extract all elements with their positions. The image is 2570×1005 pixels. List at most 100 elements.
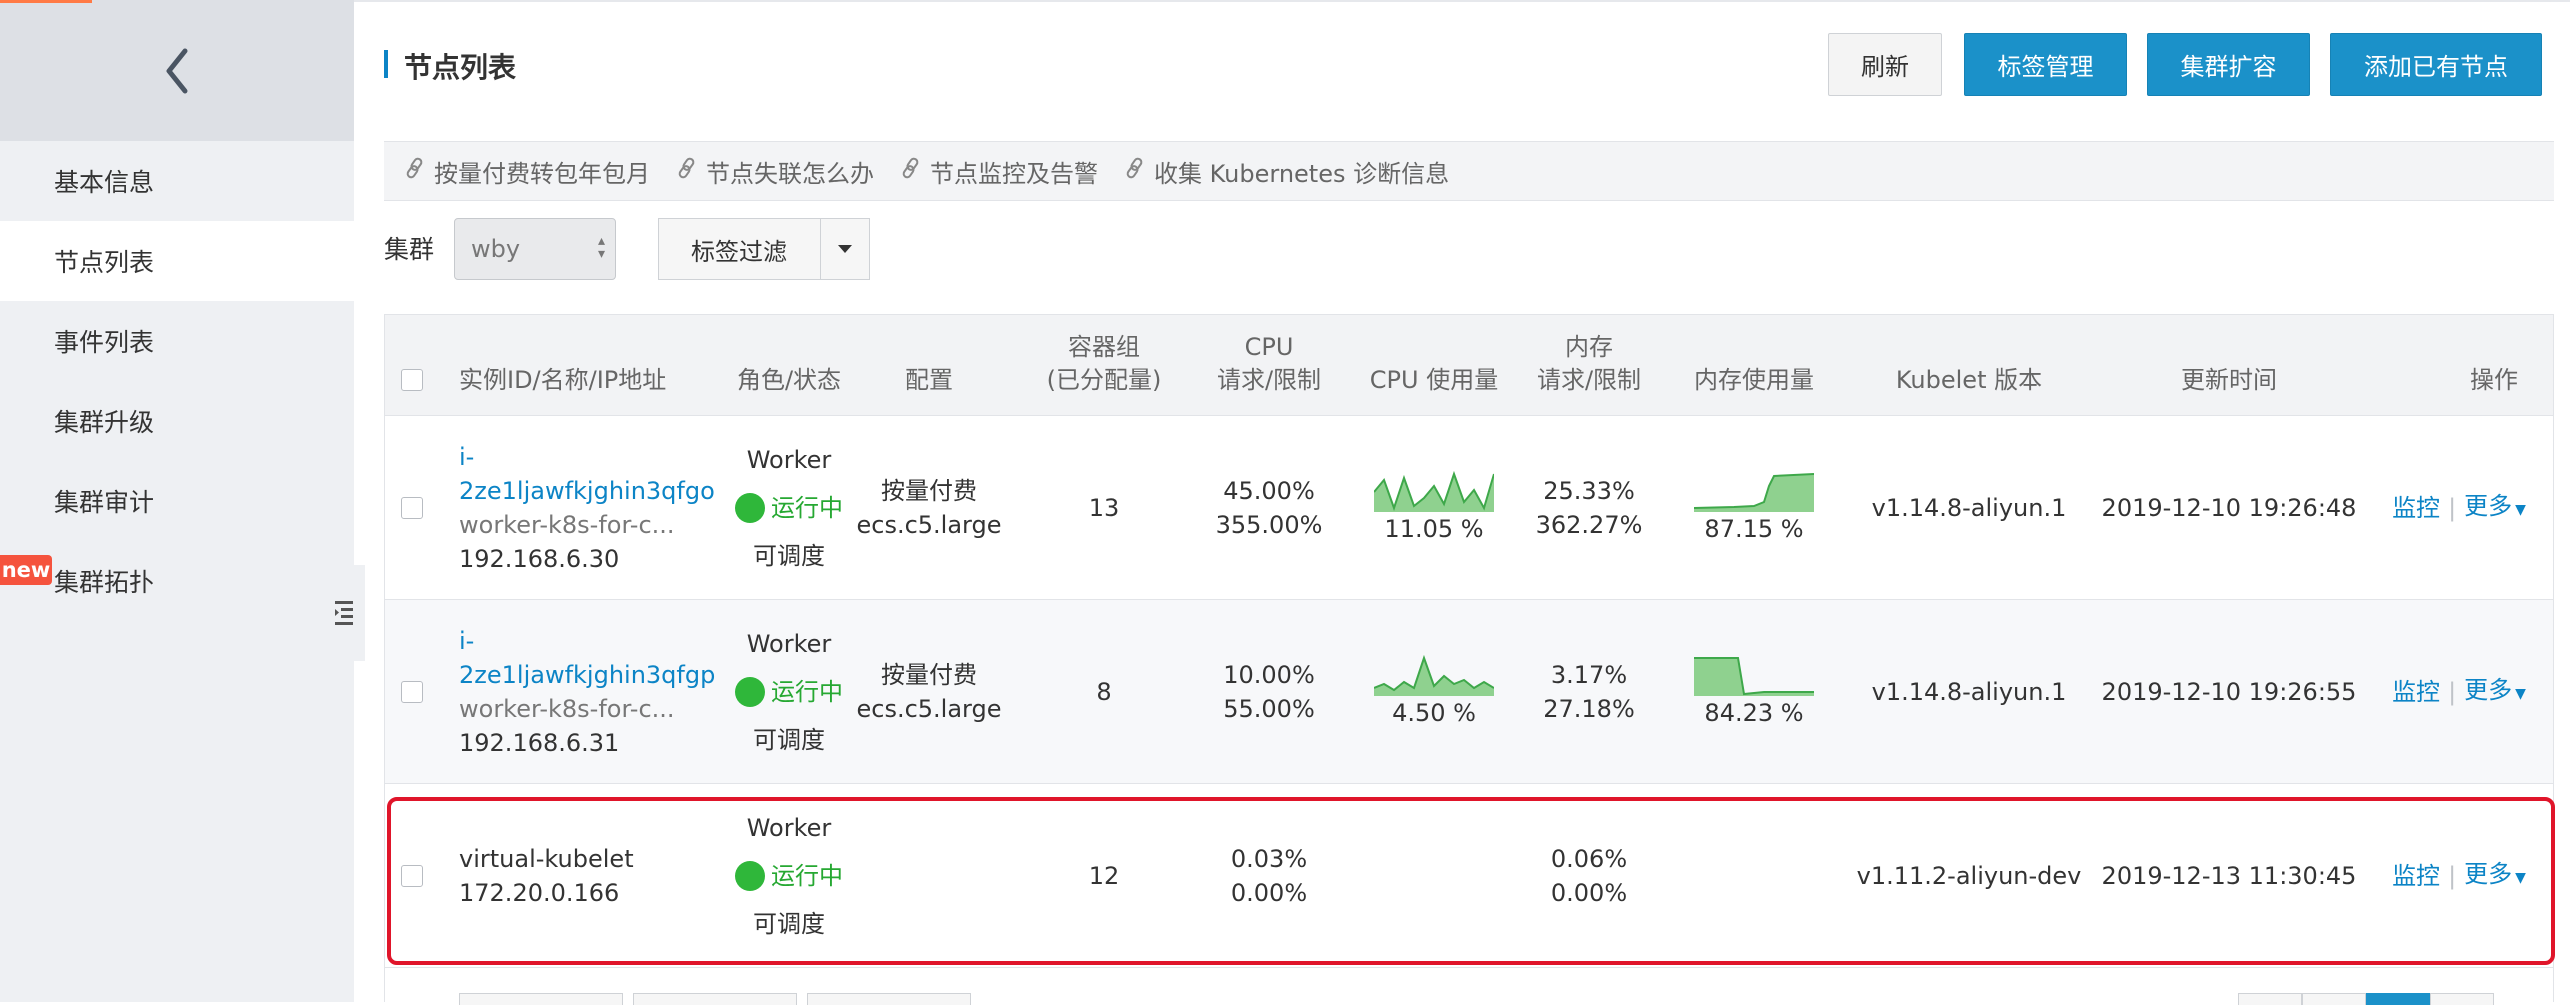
batch-action-button[interactable] — [459, 993, 623, 1005]
refresh-button[interactable]: 刷新 — [1828, 33, 1942, 96]
schedulable-status: 可调度 — [753, 726, 825, 754]
ops-cell: 监控 | 更多 ▼ — [2379, 600, 2539, 784]
instance-cell: i-2ze1ljawfkjghin3qfgo worker-k8s-for-c.… — [459, 416, 729, 600]
cpu-request: 10.00% — [1223, 661, 1315, 689]
monitor-link[interactable]: 监控 — [2392, 675, 2440, 709]
pods-cell: 12 — [1088, 862, 1120, 890]
pagination-next[interactable] — [2430, 993, 2494, 1005]
pagination-page[interactable] — [2302, 993, 2366, 1005]
add-existing-node-button[interactable]: 添加已有节点 — [2330, 33, 2542, 96]
monitor-link[interactable]: 监控 — [2392, 491, 2440, 525]
caret-down-icon[interactable] — [820, 219, 869, 279]
instance-cell: i-2ze1ljawfkjghin3qfgp worker-k8s-for-c.… — [459, 600, 729, 784]
sidebar-item-cluster-upgrade[interactable]: 集群升级 — [0, 381, 354, 461]
sidebar: 基本信息 节点列表 事件列表 集群升级 集群审计 集群拓扑 new — [0, 0, 354, 1002]
monitor-link[interactable]: 监控 — [2392, 859, 2440, 893]
kubelet-version-cell: v1.14.8-aliyun.1 — [1871, 678, 2067, 706]
tag-manage-button[interactable]: 标签管理 — [1964, 33, 2127, 96]
sidebar-item-cluster-topology[interactable]: 集群拓扑 — [0, 541, 354, 621]
cpu-request: 45.00% — [1223, 477, 1315, 505]
updated-time-cell: 2019-12-13 11:30:45 — [2101, 862, 2357, 890]
help-link-node-monitoring[interactable]: 节点监控及告警 — [900, 154, 1098, 189]
more-dropdown[interactable]: 更多 ▼ — [2464, 673, 2526, 711]
ops-cell: 监控 | 更多 ▼ — [2379, 784, 2539, 968]
role-status-cell: Worker 运行中 可调度 — [729, 784, 849, 968]
row-checkbox[interactable] — [401, 497, 423, 519]
kubelet-version-cell: v1.14.8-aliyun.1 — [1871, 494, 2067, 522]
help-link-billing[interactable]: 按量付费转包年包月 — [404, 154, 650, 189]
link-icon — [1124, 157, 1154, 185]
sidebar-item-event-list[interactable]: 事件列表 — [0, 301, 354, 381]
billing-type: 按量付费 — [881, 661, 977, 689]
column-header-pods: 容器组 (已分配量) — [1046, 333, 1162, 394]
main-content: 节点列表 刷新 标签管理 集群扩容 添加已有节点 按量付费转包年包月 节点失联怎… — [354, 0, 2570, 1005]
batch-action-button[interactable] — [633, 993, 797, 1005]
sidebar-item-basic-info[interactable]: 基本信息 — [0, 141, 354, 221]
pods-cell: 13 — [1088, 494, 1120, 522]
chevron-left-icon[interactable] — [157, 41, 197, 101]
instance-id-link[interactable]: i-2ze1ljawfkjghin3qfgp — [459, 624, 729, 692]
link-icon — [900, 157, 930, 185]
cpu-usage-cell: 4.50 % — [1359, 600, 1509, 784]
help-link-node-disconnect[interactable]: 节点失联怎么办 — [676, 154, 874, 189]
tag-filter-label: 标签过滤 — [691, 237, 787, 266]
mem-request: 25.33% — [1543, 477, 1635, 505]
title-accent-bar — [384, 50, 388, 78]
sidebar-item-label: 事件列表 — [54, 328, 155, 357]
help-link-label: 节点监控及告警 — [930, 159, 1098, 188]
sidebar-item-node-list[interactable]: 节点列表 — [0, 221, 354, 301]
instance-name: virtual-kubelet — [459, 845, 634, 873]
sidebar-item-label: 集群审计 — [54, 488, 155, 517]
row-checkbox[interactable] — [401, 681, 423, 703]
cluster-select-value: wby — [471, 235, 521, 263]
cpu-usage-sparkline[interactable] — [1374, 470, 1494, 512]
mem-usage-sparkline[interactable] — [1694, 470, 1814, 512]
cluster-select[interactable]: wby ▴ ▾ — [454, 218, 616, 280]
cpu-request-cell: 0.03% 0.00% — [1189, 784, 1349, 968]
ops-divider: | — [2448, 678, 2457, 706]
cpu-request-cell: 10.00% 55.00% — [1189, 600, 1349, 784]
new-badge: new — [0, 555, 52, 585]
tag-filter-dropdown[interactable]: 标签过滤 — [658, 218, 870, 280]
mem-request: 0.06% — [1550, 845, 1628, 873]
cpu-usage-sparkline[interactable] — [1374, 654, 1494, 696]
caret-down-icon: ▼ — [2515, 870, 2526, 886]
help-link-k8s-diagnostics[interactable]: 收集 Kubernetes 诊断信息 — [1124, 154, 1449, 189]
mem-usage-cell: 84.23 % — [1679, 600, 1829, 784]
column-header-mem-request: 内存 请求/限制 — [1536, 333, 1642, 394]
more-dropdown[interactable]: 更多 ▼ — [2464, 489, 2526, 527]
instance-id-link[interactable]: i-2ze1ljawfkjghin3qfgo — [459, 440, 729, 508]
scale-out-button[interactable]: 集群扩容 — [2147, 33, 2310, 96]
mem-usage-cell: 87.15 % — [1679, 416, 1829, 600]
updated-time-cell: 2019-12-10 19:26:48 — [2101, 494, 2357, 522]
instance-ip: 192.168.6.30 — [459, 545, 620, 573]
column-header-ops: 操作 — [2470, 366, 2518, 394]
mem-usage-sparkline[interactable] — [1694, 654, 1814, 696]
column-header-kubelet: Kubelet 版本 — [1895, 366, 2043, 394]
pagination-current-page[interactable] — [2366, 993, 2430, 1005]
pagination-prev[interactable] — [2238, 993, 2302, 1005]
status-dot-icon — [735, 677, 765, 707]
node-role: Worker — [746, 446, 832, 474]
sidebar-item-cluster-audit[interactable]: 集群审计 — [0, 461, 354, 541]
select-all-checkbox[interactable] — [401, 369, 423, 391]
mem-limit: 362.27% — [1535, 511, 1643, 539]
ops-cell: 监控 | 更多 ▼ — [2379, 416, 2539, 600]
node-table: 实例ID/名称/IP地址 角色/状态 配置 容器组 (已分配量) CPU 请求/限制… — [384, 314, 2554, 1002]
link-icon — [404, 157, 434, 185]
sidebar-item-label: 基本信息 — [54, 168, 155, 197]
node-role: Worker — [746, 814, 832, 842]
column-header-mem-usage: 内存使用量 — [1694, 366, 1814, 394]
link-icon — [676, 157, 706, 185]
status-dot-icon — [735, 493, 765, 523]
instance-ip: 192.168.6.31 — [459, 729, 620, 757]
caret-down-icon: ▼ — [2515, 686, 2526, 702]
mem-limit: 0.00% — [1550, 879, 1628, 907]
more-dropdown[interactable]: 更多 ▼ — [2464, 857, 2526, 895]
mem-request-cell: 3.17% 27.18% — [1509, 600, 1669, 784]
row-checkbox[interactable] — [401, 865, 423, 887]
ops-divider: | — [2448, 862, 2457, 890]
instance-ip: 172.20.0.166 — [459, 879, 620, 907]
batch-action-button[interactable] — [807, 993, 971, 1005]
updated-time-cell: 2019-12-10 19:26:55 — [2101, 678, 2357, 706]
